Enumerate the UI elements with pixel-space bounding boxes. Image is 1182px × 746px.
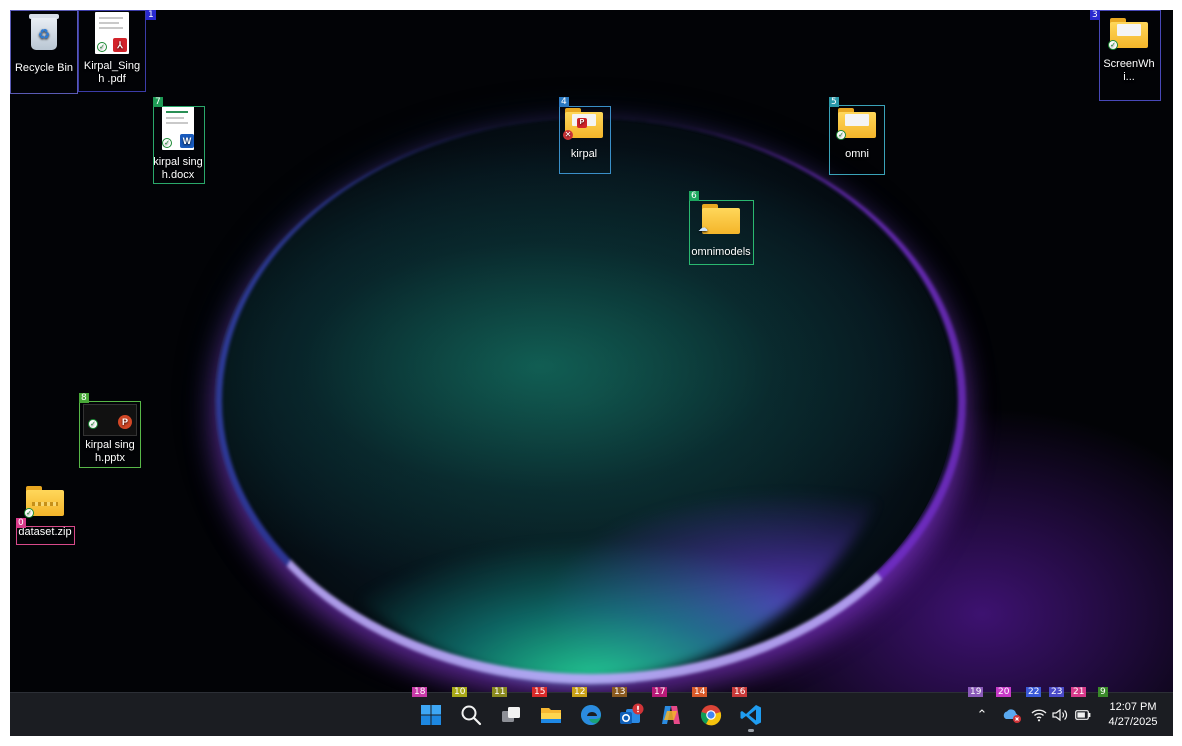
desktop-icon-kirpal-folder[interactable]: P ✕ kirpal <box>559 108 609 161</box>
marker-tag: 13 <box>612 687 628 697</box>
file-explorer-button[interactable] <box>532 697 570 733</box>
folder-icon: ☁ <box>698 204 740 234</box>
powerpoint-icon: P <box>118 415 132 429</box>
task-view-icon <box>502 707 520 722</box>
marker-tag: 7 <box>153 97 163 107</box>
marker-tag: 9 <box>1098 687 1108 697</box>
battery-tray-button[interactable] <box>1072 699 1094 731</box>
desktop-icon-kirpal-singh-docx[interactable]: W ✓ kirpal singh.docx <box>153 106 203 182</box>
marker-tag: 11 <box>492 687 508 697</box>
marker-tag: 21 <box>1071 687 1087 697</box>
synced-check-icon: ✓ <box>836 130 846 140</box>
marker-tag: 19 <box>968 687 984 697</box>
task-view-button[interactable] <box>492 697 530 733</box>
wifi-tray-button[interactable] <box>1028 699 1050 731</box>
desktop-icon-screenwhi[interactable]: ✓ ScreenWhi... <box>1098 18 1160 84</box>
marker-tag: 18 <box>412 687 428 697</box>
wallpaper-orb-rim <box>216 118 966 684</box>
desktop-icon-omnimodels-folder[interactable]: ☁ omnimodels <box>689 204 753 259</box>
zip-folder-icon: ✓ <box>24 486 64 518</box>
wifi-icon <box>1031 709 1047 722</box>
running-indicator <box>748 729 754 732</box>
desktop-icon-label: omni <box>845 148 869 160</box>
clock-date: 4/27/2025 <box>1108 716 1158 728</box>
marker-tag: 6 <box>689 191 699 201</box>
taskbar: 18 10 11 15 12 13 17 14 16 ⌃ 19 20 22 23… <box>10 687 1173 736</box>
desktop-icon-omni-folder[interactable]: ✓ omni <box>830 108 884 161</box>
marker-tag: 14 <box>692 687 708 697</box>
chevron-up-icon: ⌃ <box>976 707 988 723</box>
word-icon: W <box>180 134 194 148</box>
folder-icon: ✓ <box>1108 18 1148 50</box>
marker-tag: 12 <box>572 687 588 697</box>
synced-check-icon: ✓ <box>88 419 98 429</box>
volume-icon <box>1052 708 1068 722</box>
desktop-icon-recycle-bin[interactable]: ♻ Recycle Bin <box>12 12 76 75</box>
marker-tag: 17 <box>652 687 668 697</box>
vscode-button[interactable] <box>732 697 770 733</box>
edge-icon <box>581 705 601 725</box>
windows-start-icon <box>421 705 441 725</box>
desktop-icon-label: omnimodels <box>691 246 751 258</box>
synced-check-icon: ✓ <box>162 138 172 148</box>
search-icon <box>461 705 482 726</box>
chrome-icon <box>700 705 722 726</box>
marker-tag: 0 <box>16 518 26 528</box>
search-button[interactable] <box>452 697 490 733</box>
acrobat-icon: ⅄ <box>113 38 127 52</box>
desktop-icon-kirpal-singh-pdf[interactable]: ⅄ ✓ Kirpal_Singh .pdf <box>80 12 144 86</box>
powerpoint-file-icon: P ✓ <box>83 404 137 436</box>
pdf-file-icon: ⅄ ✓ <box>95 12 129 54</box>
folder-icon: ✓ <box>836 108 876 140</box>
chrome-button[interactable] <box>692 697 730 733</box>
synced-check-icon: ✓ <box>97 42 107 52</box>
vscode-icon <box>740 705 761 725</box>
desktop-icon-label: ScreenWhi... <box>1103 58 1155 83</box>
onedrive-error-icon <box>1003 709 1021 723</box>
desktop-icon-label: Recycle Bin <box>14 62 74 74</box>
outlook-icon <box>620 703 644 724</box>
copilot-icon <box>662 706 680 724</box>
desktop-icon-label: Kirpal_Singh .pdf <box>83 60 141 85</box>
word-file-icon: W ✓ <box>162 106 194 150</box>
clock-time: 12:07 PM <box>1109 701 1157 713</box>
cloud-only-icon: ☁ <box>698 223 708 234</box>
marker-tag: 5 <box>829 97 839 107</box>
file-explorer-icon <box>541 708 561 723</box>
desktop-screen: ♻ Recycle Bin ⅄ ✓ Kirpal_Singh .pdf 1 ✓ … <box>10 10 1173 736</box>
volume-tray-button[interactable] <box>1050 699 1070 731</box>
recycle-bin-icon: ♻ <box>26 12 62 50</box>
clock-button[interactable]: 12:07 PM 4/27/2025 <box>1098 697 1168 736</box>
battery-icon <box>1075 710 1091 720</box>
marker-tag: 4 <box>559 97 569 107</box>
desktop-icon-label: kirpal singh.docx <box>153 156 203 181</box>
outlook-button[interactable] <box>612 697 650 733</box>
folder-icon: P ✕ <box>563 108 603 140</box>
marker-tag: 1 <box>146 10 156 20</box>
tray-overflow-button[interactable]: ⌃ <box>968 699 996 731</box>
marker-tag: 15 <box>532 687 548 697</box>
synced-check-icon: ✓ <box>24 508 34 518</box>
marker-tag: 8 <box>79 393 89 403</box>
marker-tag: 10 <box>452 687 468 697</box>
sync-error-icon: ✕ <box>563 130 573 140</box>
desktop-icon-label: kirpal <box>570 148 598 160</box>
marker-tag: 3 <box>1090 10 1100 20</box>
copilot-button[interactable] <box>652 697 690 733</box>
desktop-icon-kirpal-singh-pptx[interactable]: P ✓ kirpal singh.pptx <box>80 404 140 465</box>
edge-button[interactable] <box>572 697 610 733</box>
marker-tag: 20 <box>996 687 1012 697</box>
marker-tag: 23 <box>1049 687 1065 697</box>
onedrive-tray-button[interactable] <box>998 699 1026 731</box>
desktop-icon-label: kirpal singh.pptx <box>85 439 135 464</box>
desktop-icon-dataset-zip[interactable]: ✓ dataset.zip <box>16 486 74 539</box>
start-button[interactable] <box>412 697 450 733</box>
pdf-thumb-icon: P <box>577 118 587 128</box>
marker-tag: 22 <box>1026 687 1042 697</box>
desktop-icon-label: dataset.zip <box>18 526 72 538</box>
marker-tag: 16 <box>732 687 748 697</box>
synced-check-icon: ✓ <box>1108 40 1118 50</box>
